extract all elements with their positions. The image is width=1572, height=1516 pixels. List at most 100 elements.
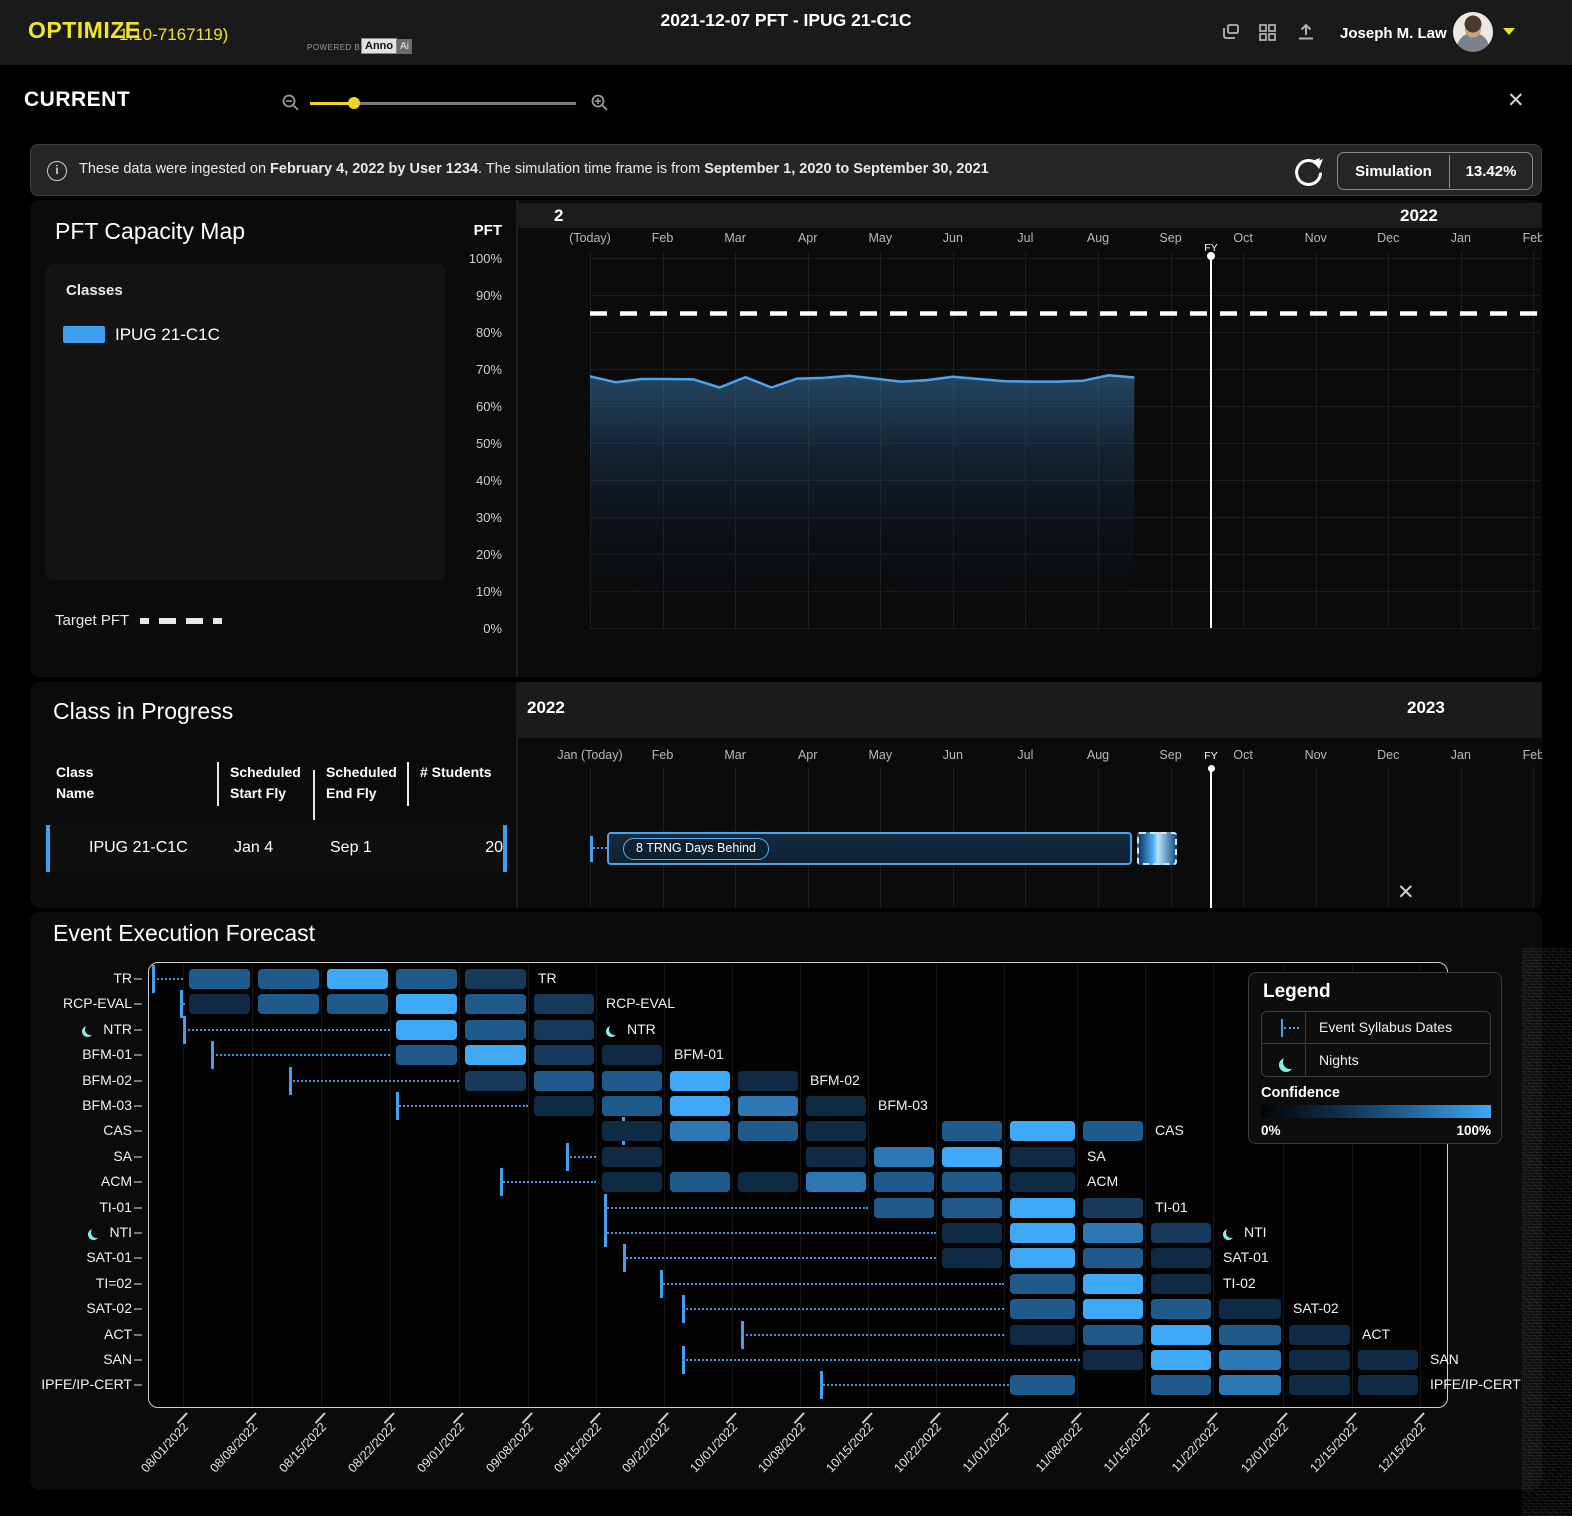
forecast-segment[interactable] xyxy=(670,1172,730,1192)
forecast-segment[interactable] xyxy=(327,969,388,989)
row-label-bfm-03: BFM-03 xyxy=(32,1097,132,1113)
forecast-segment[interactable] xyxy=(942,1198,1002,1218)
forecast-segment[interactable] xyxy=(602,1071,662,1091)
forecast-segment[interactable] xyxy=(874,1198,934,1218)
forecast-segment[interactable] xyxy=(1219,1325,1281,1345)
forecast-segment[interactable] xyxy=(465,1020,526,1040)
avatar[interactable] xyxy=(1453,12,1493,52)
forecast-segment[interactable] xyxy=(602,1045,662,1065)
forecast-segment[interactable] xyxy=(1010,1248,1075,1268)
forecast-segment[interactable] xyxy=(942,1172,1002,1192)
forecast-segment[interactable] xyxy=(1358,1350,1418,1370)
forecast-segment[interactable] xyxy=(396,969,457,989)
month-label: Jul xyxy=(985,748,1065,762)
forecast-segment[interactable] xyxy=(1010,1198,1075,1218)
forecast-segment[interactable] xyxy=(806,1096,866,1116)
forecast-segment[interactable] xyxy=(1219,1350,1281,1370)
forecast-segment[interactable] xyxy=(1151,1274,1211,1294)
forecast-segment[interactable] xyxy=(602,1096,662,1116)
forecast-segment[interactable] xyxy=(396,994,457,1014)
forecast-segment[interactable] xyxy=(738,1096,798,1116)
forecast-segment[interactable] xyxy=(670,1121,730,1141)
forecast-segment[interactable] xyxy=(396,1045,457,1065)
forecast-segment[interactable] xyxy=(942,1248,1002,1268)
forecast-segment[interactable] xyxy=(465,994,526,1014)
forecast-segment[interactable] xyxy=(1010,1121,1075,1141)
forecast-segment[interactable] xyxy=(1151,1375,1211,1395)
forecast-segment[interactable] xyxy=(738,1121,798,1141)
forecast-segment[interactable] xyxy=(258,969,319,989)
forecast-segment[interactable] xyxy=(534,994,594,1014)
forecast-segment[interactable] xyxy=(1083,1325,1143,1345)
forecast-segment[interactable] xyxy=(534,1020,594,1040)
forecast-segment[interactable] xyxy=(1151,1223,1211,1243)
forecast-segment[interactable] xyxy=(1083,1299,1143,1319)
forecast-segment[interactable] xyxy=(670,1071,730,1091)
forecast-segment[interactable] xyxy=(942,1121,1002,1141)
forecast-segment[interactable] xyxy=(1151,1325,1211,1345)
class-row[interactable]: IPUG 21-C1C Jan 4 Sep 1 20 xyxy=(46,825,507,872)
forecast-segment[interactable] xyxy=(465,969,526,989)
forecast-segment[interactable] xyxy=(874,1172,934,1192)
forecast-segment[interactable] xyxy=(1219,1299,1281,1319)
forecast-segment[interactable] xyxy=(1010,1299,1075,1319)
forecast-segment[interactable] xyxy=(738,1172,798,1192)
forecast-segment[interactable] xyxy=(1010,1375,1075,1395)
forecast-segment[interactable] xyxy=(806,1172,866,1192)
forecast-segment[interactable] xyxy=(1289,1325,1350,1345)
row-tick xyxy=(134,1130,142,1132)
close-view-icon[interactable]: ✕ xyxy=(1507,90,1525,111)
forecast-segment[interactable] xyxy=(738,1071,798,1091)
forecast-segment[interactable] xyxy=(1151,1350,1211,1370)
forecast-segment[interactable] xyxy=(942,1147,1002,1167)
forecast-segment[interactable] xyxy=(189,969,250,989)
forecast-segment[interactable] xyxy=(465,1045,526,1065)
forecast-segment[interactable] xyxy=(258,994,319,1014)
forecast-segment[interactable] xyxy=(189,994,250,1014)
forecast-segment[interactable] xyxy=(465,1071,526,1091)
class-progress-bar[interactable]: 8 TRNG Days Behind xyxy=(607,832,1132,865)
forecast-segment[interactable] xyxy=(327,994,388,1014)
user-menu-caret-icon[interactable] xyxy=(1503,28,1515,35)
class-in-progress-panel: Class in Progress ClassName ScheduledSta… xyxy=(30,682,1542,908)
forecast-segment[interactable] xyxy=(1083,1350,1143,1370)
year-label-left: 2022 xyxy=(527,698,565,718)
class-legend-swatch[interactable] xyxy=(63,326,105,343)
forecast-segment[interactable] xyxy=(1289,1375,1350,1395)
forecast-segment[interactable] xyxy=(1083,1223,1143,1243)
forecast-segment[interactable] xyxy=(1151,1248,1211,1268)
forecast-segment[interactable] xyxy=(806,1121,866,1141)
forecast-segment[interactable] xyxy=(602,1172,662,1192)
forecast-segment[interactable] xyxy=(1010,1147,1075,1167)
forecast-segment[interactable] xyxy=(396,1020,457,1040)
forecast-segment[interactable] xyxy=(1083,1121,1143,1141)
user-name[interactable]: Joseph M. Law xyxy=(1340,25,1447,42)
forecast-segment[interactable] xyxy=(1010,1274,1075,1294)
dismiss-icon[interactable]: ✕ xyxy=(1397,882,1415,903)
row-end-label: TI-02 xyxy=(1223,1275,1256,1291)
forecast-segment[interactable] xyxy=(602,1147,662,1167)
forecast-segment[interactable] xyxy=(1151,1299,1211,1319)
forecast-segment[interactable] xyxy=(1083,1248,1143,1268)
forecast-segment[interactable] xyxy=(1289,1350,1350,1370)
forecast-segment[interactable] xyxy=(1358,1375,1418,1395)
forecast-segment[interactable] xyxy=(1010,1325,1075,1345)
forecast-segment[interactable] xyxy=(874,1147,934,1167)
forecast-segment[interactable] xyxy=(670,1096,730,1116)
forecast-segment[interactable] xyxy=(602,1121,662,1141)
zoom-slider-thumb[interactable] xyxy=(348,97,360,109)
forecast-segment[interactable] xyxy=(1083,1274,1143,1294)
forecast-segment[interactable] xyxy=(534,1071,594,1091)
simulation-widget[interactable]: Simulation 13.42% xyxy=(1337,152,1533,190)
forecast-segment[interactable] xyxy=(534,1096,594,1116)
forecast-segment[interactable] xyxy=(534,1045,594,1065)
forecast-segment[interactable] xyxy=(1010,1223,1075,1243)
forecast-segment[interactable] xyxy=(806,1147,866,1167)
forecast-segment[interactable] xyxy=(1219,1375,1281,1395)
class-forecast-extension-bar[interactable] xyxy=(1137,832,1177,865)
forecast-segment[interactable] xyxy=(1083,1198,1143,1218)
gridline-v xyxy=(800,964,801,1406)
forecast-segment[interactable] xyxy=(1010,1172,1075,1192)
legend-box: Legend Event Syllabus Dates Nights Confi… xyxy=(1248,972,1502,1144)
forecast-segment[interactable] xyxy=(942,1223,1002,1243)
